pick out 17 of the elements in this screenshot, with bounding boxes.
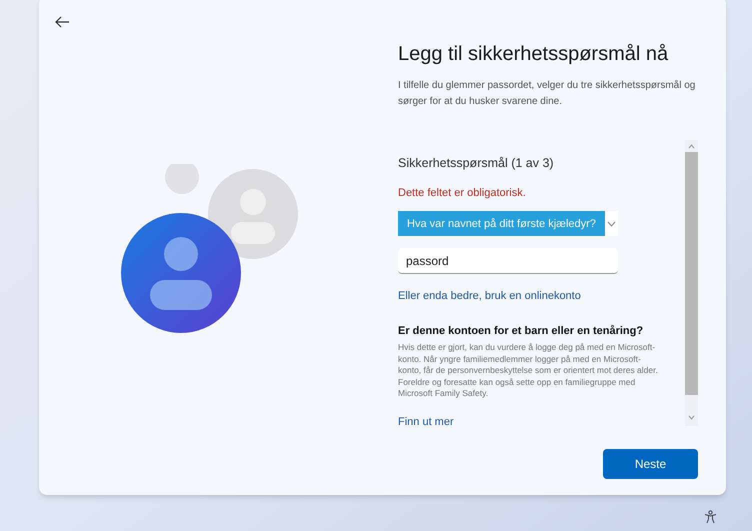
answer-field[interactable]: passord [398, 248, 618, 274]
chevron-down-icon [606, 220, 616, 227]
learn-more-link[interactable]: Finn ut mer [398, 414, 673, 426]
description-text: I tilfelle du glemmer passordet, velger du tre sikkerhetsspørsmål og sørger for at du husker svarene dine. [398, 79, 696, 109]
back-arrow-icon [55, 16, 69, 28]
online-account-link[interactable]: Eller enda bedre, bruk en onlinekonto [398, 288, 673, 305]
scroll-down-icon[interactable] [688, 415, 695, 420]
child-account-text: Hvis dette er gjort, kan du vurdere å logge deg på med en Microsoft-konto. Når yngre familiemedlemmer logger på med en Microsoft-konto, får de personvernbeskyttelse som er orientert mot deres alder. Foreldre og foresatte kan også sette opp en familiegruppe med Microsoft Family Safety. [398, 342, 659, 400]
question-heading: Sikkerhetsspørsmål (1 av 3) [398, 155, 555, 172]
scrollbar-thumb[interactable] [685, 152, 698, 395]
accessibility-icon[interactable] [704, 510, 717, 524]
scroll-up-icon[interactable] [688, 144, 695, 149]
scrollbar[interactable] [685, 140, 698, 426]
page-title: Legg til sikkerhetsspørsmål nå [398, 42, 670, 67]
child-account-heading: Er denne kontoen for et barn eller en tenåring? [398, 324, 644, 339]
error-message: Dette feltet er obligatorisk. [398, 186, 527, 201]
next-button[interactable]: Neste [603, 449, 698, 479]
